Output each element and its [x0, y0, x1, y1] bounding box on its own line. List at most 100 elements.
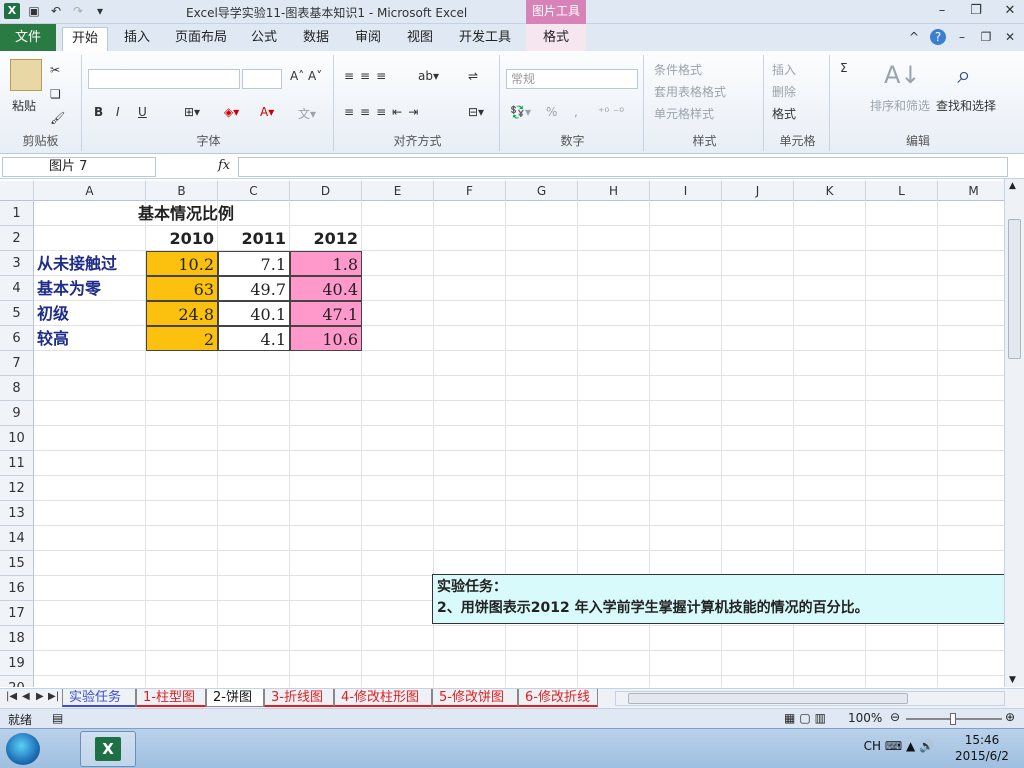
row-header-12[interactable]: 12 [0, 476, 34, 501]
column-header-d[interactable]: D [290, 181, 362, 201]
comma-button[interactable]: , [574, 105, 578, 119]
row-header-19[interactable]: 19 [0, 651, 34, 676]
last-sheet-icon[interactable]: ▶| [48, 691, 59, 702]
row-header-8[interactable]: 8 [0, 376, 34, 401]
vertical-scrollbar[interactable]: ▲ ▼ [1004, 179, 1024, 687]
first-sheet-icon[interactable]: |◀ [6, 691, 17, 702]
format-painter-icon[interactable]: 🖌 [50, 111, 65, 125]
language-indicator[interactable]: CH [864, 739, 881, 753]
column-header-f[interactable]: F [434, 181, 506, 201]
value-cell-2012[interactable]: 40.4 [290, 276, 362, 301]
value-cell-2011[interactable]: 7.1 [218, 251, 290, 276]
row-header-18[interactable]: 18 [0, 626, 34, 651]
formula-input[interactable] [238, 157, 1008, 177]
row-header-1[interactable]: 1 [0, 201, 34, 226]
tab-page-layout[interactable]: 页面布局 [170, 27, 232, 51]
value-cell-2012[interactable]: 47.1 [290, 301, 362, 326]
excel-taskbar-button[interactable]: X [80, 731, 136, 767]
row-label-cell[interactable]: 初级 [34, 301, 146, 326]
select-all-corner[interactable] [0, 181, 34, 201]
next-sheet-icon[interactable]: ▶ [36, 691, 44, 702]
sheet-tab[interactable]: 3-折线图 [264, 689, 334, 707]
row-header-17[interactable]: 17 [0, 601, 34, 626]
sheet-tab[interactable]: 4-修改柱形图 [334, 689, 432, 707]
clock[interactable]: 15:46 2015/6/2 [942, 732, 1022, 764]
tab-insert[interactable]: 插入 [114, 27, 160, 51]
binoculars-icon[interactable]: ⌕ [948, 59, 980, 91]
merge-center-icon[interactable]: ⊟▾ [468, 105, 484, 119]
task-note-textbox[interactable]: 实验任务： 2、用饼图表示2012 年入学前学生掌握计算机技能的情况的百分比。 [432, 574, 1004, 624]
volume-icon[interactable]: 🔊 [919, 739, 934, 753]
row-label-cell[interactable]: 较高 [34, 326, 146, 351]
value-cell-2012[interactable]: 10.6 [290, 326, 362, 351]
currency-icon[interactable]: 💱▾ [510, 105, 531, 119]
show-hidden-icon[interactable]: ▲ [906, 739, 915, 753]
redo-icon[interactable]: ↷ [70, 3, 86, 19]
value-cell-2012[interactable]: 1.8 [290, 251, 362, 276]
collapse-ribbon-icon[interactable]: ^ [906, 29, 922, 45]
view-mode-icons[interactable]: ▦▢▥ [784, 711, 830, 725]
value-cell-2010[interactable]: 10.2 [146, 251, 218, 276]
sheet-tab[interactable]: 5-修改饼图 [432, 689, 518, 707]
cut-icon[interactable]: ✂ [50, 63, 60, 77]
row-header-9[interactable]: 9 [0, 401, 34, 426]
year-2012-header[interactable]: 2012 [290, 226, 362, 251]
tab-view[interactable]: 视图 [400, 27, 440, 51]
vertical-align-icons[interactable]: ≡≡≡ [344, 69, 392, 83]
horizontal-align-icons[interactable]: ≡≡≡⇤⇥ [344, 105, 424, 119]
save-icon[interactable]: ▣ [26, 3, 42, 19]
row-header-4[interactable]: 4 [0, 276, 34, 301]
row-header-20[interactable]: 20 [0, 676, 34, 687]
tab-review[interactable]: 审阅 [348, 27, 388, 51]
column-header-a[interactable]: A [34, 181, 146, 201]
worksheet-grid[interactable]: ABCDEFGHIJKLM 1 2 3 4 5 6 7 8 9 10 11 12 13 14 15 16 17 1… [0, 181, 1004, 687]
column-header-c[interactable]: C [218, 181, 290, 201]
row-label-cell[interactable]: 从未接触过 [34, 251, 146, 276]
paste-button[interactable]: 粘贴 [12, 97, 36, 114]
horizontal-scroll-thumb[interactable] [628, 693, 908, 704]
column-header-h[interactable]: H [578, 181, 650, 201]
paste-icon[interactable] [10, 59, 42, 91]
column-header-g[interactable]: G [506, 181, 578, 201]
insert-cells-button[interactable]: 插入 [772, 61, 796, 78]
decimal-icons[interactable]: ⁺⁰ ⁻⁰ [598, 105, 624, 119]
row-header-15[interactable]: 15 [0, 551, 34, 576]
wb-restore-icon[interactable]: ❐ [978, 29, 994, 45]
row-header-13[interactable]: 13 [0, 501, 34, 526]
minimize-button[interactable]: – [932, 2, 952, 20]
sort-filter-icon[interactable]: A↓ [884, 59, 921, 91]
column-header-e[interactable]: E [362, 181, 434, 201]
row-header-7[interactable]: 7 [0, 351, 34, 376]
sort-filter-button[interactable]: 排序和筛选 [870, 97, 930, 114]
borders-icon[interactable]: ⊞▾ [184, 105, 200, 119]
year-2010-header[interactable]: 2010 [146, 226, 218, 251]
percent-button[interactable]: % [546, 105, 557, 119]
column-header-l[interactable]: L [866, 181, 938, 201]
tab-developer[interactable]: 开发工具 [452, 27, 518, 51]
column-header-k[interactable]: K [794, 181, 866, 201]
tab-home[interactable]: 开始 [62, 27, 108, 51]
tab-data[interactable]: 数据 [296, 27, 336, 51]
scroll-up-icon[interactable]: ▲ [1009, 181, 1016, 191]
row-header-11[interactable]: 11 [0, 451, 34, 476]
tab-format[interactable]: 格式 [526, 24, 586, 51]
tab-file[interactable]: 文件 [0, 24, 56, 51]
format-cells-button[interactable]: 格式 [772, 105, 796, 122]
zoom-in-icon[interactable]: ⊕ [1005, 710, 1015, 724]
close-button[interactable]: ✕ [1000, 2, 1020, 20]
restore-button[interactable]: ❐ [966, 2, 986, 20]
cell-styles-button[interactable]: 单元格样式 [654, 105, 714, 122]
value-cell-2010[interactable]: 2 [146, 326, 218, 351]
sheet-title[interactable]: 基本情况比例 [138, 201, 234, 226]
underline-button[interactable]: U [138, 105, 147, 119]
name-box[interactable]: 图片 7 [2, 157, 156, 177]
format-as-table-button[interactable]: 套用表格格式 [654, 83, 726, 100]
value-cell-2011[interactable]: 40.1 [218, 301, 290, 326]
column-header-m[interactable]: M [938, 181, 1004, 201]
row-header-5[interactable]: 5 [0, 301, 34, 326]
row-header-2[interactable]: 2 [0, 226, 34, 251]
help-icon[interactable]: ? [930, 29, 946, 45]
column-header-b[interactable]: B [146, 181, 218, 201]
delete-cells-button[interactable]: 删除 [772, 83, 796, 100]
wb-close-icon[interactable]: ✕ [1002, 29, 1018, 45]
